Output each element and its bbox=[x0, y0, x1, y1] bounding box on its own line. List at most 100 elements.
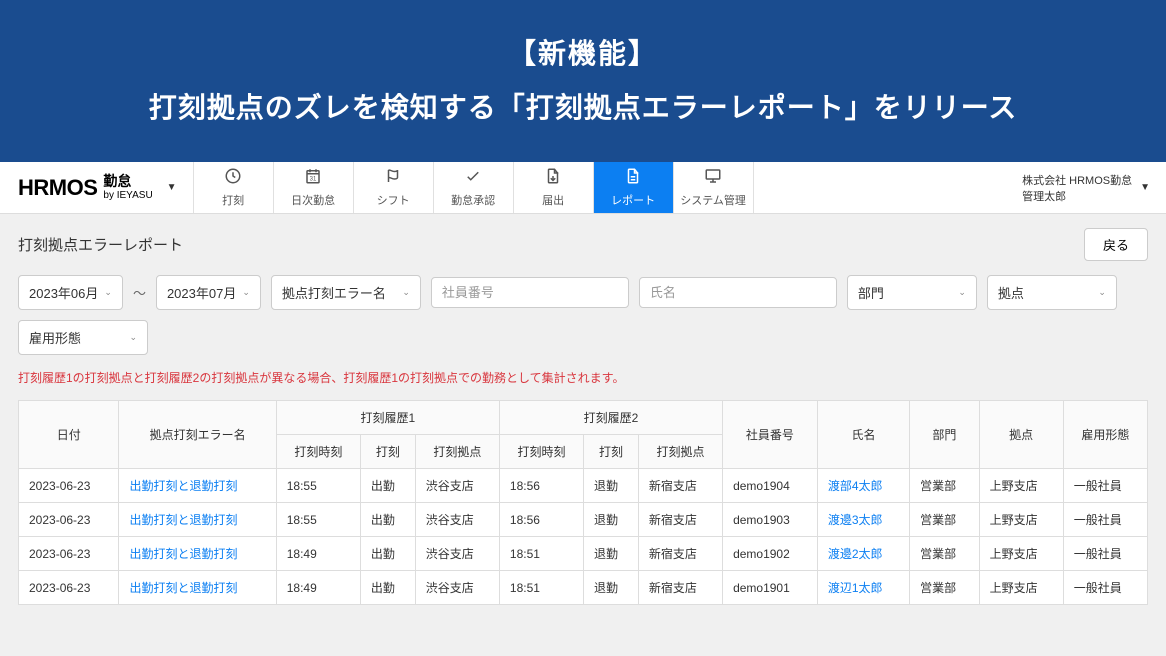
th-empno: 社員番号 bbox=[723, 401, 818, 469]
th-h2-loc: 打刻拠点 bbox=[638, 435, 722, 469]
cell-date: 2023-06-23 bbox=[19, 537, 119, 571]
cell-h1-type: 出勤 bbox=[360, 571, 415, 605]
cell-empno: demo1904 bbox=[723, 469, 818, 503]
cell-employment: 一般社員 bbox=[1063, 537, 1147, 571]
cell-date: 2023-06-23 bbox=[19, 571, 119, 605]
shift-icon bbox=[384, 167, 402, 188]
cell-empno: demo1902 bbox=[723, 537, 818, 571]
banner-title-1: 【新機能】 bbox=[20, 32, 1146, 72]
logo-dropdown-caret[interactable]: ▼ bbox=[159, 182, 185, 193]
th-hist2: 打刻履歴2 bbox=[499, 401, 722, 435]
cell-h1-time: 18:55 bbox=[276, 503, 360, 537]
cell-h1-time: 18:49 bbox=[276, 537, 360, 571]
report-table: 日付 拠点打刻エラー名 打刻履歴1 打刻履歴2 社員番号 氏名 部門 拠点 雇用… bbox=[18, 400, 1148, 605]
logo-subtext: 勤怠 by IEYASU bbox=[103, 173, 152, 202]
cell-empno: demo1901 bbox=[723, 571, 818, 605]
cell-date: 2023-06-23 bbox=[19, 503, 119, 537]
approval-icon bbox=[464, 167, 482, 188]
filter-location[interactable]: 拠点⌄ bbox=[987, 275, 1117, 310]
th-errname: 拠点打刻エラー名 bbox=[119, 401, 276, 469]
cell-h1-loc: 渋谷支店 bbox=[415, 469, 499, 503]
th-h1-loc: 打刻拠点 bbox=[415, 435, 499, 469]
cell-h2-time: 18:56 bbox=[499, 469, 583, 503]
user-text: 株式会社 HRMOS勤怠 管理太郎 bbox=[1022, 172, 1132, 204]
logo-text: HRMOS bbox=[18, 175, 97, 201]
svg-text:31: 31 bbox=[310, 177, 317, 183]
filter-name-input[interactable] bbox=[639, 277, 837, 308]
cell-h2-loc: 新宿支店 bbox=[638, 537, 722, 571]
filter-employment[interactable]: 雇用形態⌄ bbox=[18, 320, 148, 355]
filter-dept[interactable]: 部門⌄ bbox=[847, 275, 977, 310]
chevron-down-icon: ⌄ bbox=[104, 287, 112, 298]
nav-item-clock[interactable]: 打刻 bbox=[194, 162, 274, 213]
nav-item-approval[interactable]: 勤怠承認 bbox=[434, 162, 514, 213]
cell-dept: 営業部 bbox=[910, 503, 980, 537]
cell-h2-type: 退勤 bbox=[584, 571, 639, 605]
cell-h2-loc: 新宿支店 bbox=[638, 469, 722, 503]
cell-h2-loc: 新宿支店 bbox=[638, 503, 722, 537]
report-table-wrap: 日付 拠点打刻エラー名 打刻履歴1 打刻履歴2 社員番号 氏名 部門 拠点 雇用… bbox=[0, 400, 1166, 623]
filter-bar: 2023年06月⌄ 〜 2023年07月⌄ 拠点打刻エラー名⌄ 部門⌄ 拠点⌄ … bbox=[0, 275, 1166, 369]
cell-employment: 一般社員 bbox=[1063, 571, 1147, 605]
table-row: 2023-06-23出勤打刻と退勤打刻18:55出勤渋谷支店18:56退勤新宿支… bbox=[19, 503, 1148, 537]
nav-item-submit[interactable]: 届出 bbox=[514, 162, 594, 213]
table-row: 2023-06-23出勤打刻と退勤打刻18:49出勤渋谷支店18:51退勤新宿支… bbox=[19, 537, 1148, 571]
th-h1-time: 打刻時刻 bbox=[276, 435, 360, 469]
cell-name-link[interactable]: 渡辺1太郎 bbox=[817, 571, 909, 605]
th-h1-type: 打刻 bbox=[360, 435, 415, 469]
user-dropdown-caret[interactable]: ▼ bbox=[1140, 182, 1150, 193]
banner-title-2: 打刻拠点のズレを検知する「打刻拠点エラーレポート」をリリース bbox=[20, 86, 1146, 126]
th-hist1: 打刻履歴1 bbox=[276, 401, 499, 435]
cell-loc: 上野支店 bbox=[979, 571, 1063, 605]
filter-error-name[interactable]: 拠点打刻エラー名⌄ bbox=[271, 275, 421, 310]
nav-item-shift[interactable]: シフト bbox=[354, 162, 434, 213]
cell-loc: 上野支店 bbox=[979, 469, 1063, 503]
report-icon bbox=[624, 167, 642, 188]
th-dept: 部門 bbox=[910, 401, 980, 469]
cell-h1-type: 出勤 bbox=[360, 537, 415, 571]
nav-label: シフト bbox=[377, 192, 410, 208]
cell-name-link[interactable]: 渡部4太郎 bbox=[817, 469, 909, 503]
cell-employment: 一般社員 bbox=[1063, 503, 1147, 537]
cell-h2-type: 退勤 bbox=[584, 503, 639, 537]
chevron-down-icon: ⌄ bbox=[958, 287, 966, 298]
cell-name-link[interactable]: 渡邊3太郎 bbox=[817, 503, 909, 537]
logo-block: HRMOS 勤怠 by IEYASU ▼ bbox=[0, 162, 193, 213]
cell-error-link[interactable]: 出勤打刻と退勤打刻 bbox=[119, 571, 276, 605]
cell-error-link[interactable]: 出勤打刻と退勤打刻 bbox=[119, 503, 276, 537]
cell-loc: 上野支店 bbox=[979, 503, 1063, 537]
cell-error-link[interactable]: 出勤打刻と退勤打刻 bbox=[119, 537, 276, 571]
cell-h1-type: 出勤 bbox=[360, 469, 415, 503]
cell-h1-time: 18:55 bbox=[276, 469, 360, 503]
nav-item-daily[interactable]: 31日次勤怠 bbox=[274, 162, 354, 213]
nav-item-system[interactable]: システム管理 bbox=[674, 162, 754, 213]
chevron-down-icon: ⌄ bbox=[129, 332, 137, 343]
table-row: 2023-06-23出勤打刻と退勤打刻18:55出勤渋谷支店18:56退勤新宿支… bbox=[19, 469, 1148, 503]
back-button[interactable]: 戻る bbox=[1084, 228, 1148, 261]
cell-employment: 一般社員 bbox=[1063, 469, 1147, 503]
nav-label: 勤怠承認 bbox=[451, 192, 495, 208]
cell-h1-type: 出勤 bbox=[360, 503, 415, 537]
daily-icon: 31 bbox=[304, 167, 322, 188]
cell-h1-loc: 渋谷支店 bbox=[415, 537, 499, 571]
system-icon bbox=[704, 167, 722, 188]
filter-date-from[interactable]: 2023年06月⌄ bbox=[18, 275, 123, 310]
announcement-banner: 【新機能】 打刻拠点のズレを検知する「打刻拠点エラーレポート」をリリース bbox=[0, 0, 1166, 162]
page-header: 打刻拠点エラーレポート 戻る bbox=[0, 214, 1166, 275]
cell-h2-time: 18:56 bbox=[499, 503, 583, 537]
th-h2-type: 打刻 bbox=[584, 435, 639, 469]
page-title: 打刻拠点エラーレポート bbox=[18, 234, 183, 255]
filter-empno-input[interactable] bbox=[431, 277, 629, 308]
cell-dept: 営業部 bbox=[910, 571, 980, 605]
cell-dept: 営業部 bbox=[910, 537, 980, 571]
cell-error-link[interactable]: 出勤打刻と退勤打刻 bbox=[119, 469, 276, 503]
filter-date-to[interactable]: 2023年07月⌄ bbox=[156, 275, 261, 310]
cell-h1-time: 18:49 bbox=[276, 571, 360, 605]
chevron-down-icon: ⌄ bbox=[1098, 287, 1106, 298]
nav-label: 打刻 bbox=[222, 192, 244, 208]
cell-name-link[interactable]: 渡邊2太郎 bbox=[817, 537, 909, 571]
cell-dept: 営業部 bbox=[910, 469, 980, 503]
clock-icon bbox=[224, 167, 242, 188]
cell-h2-loc: 新宿支店 bbox=[638, 571, 722, 605]
nav-item-report[interactable]: レポート bbox=[594, 162, 674, 213]
